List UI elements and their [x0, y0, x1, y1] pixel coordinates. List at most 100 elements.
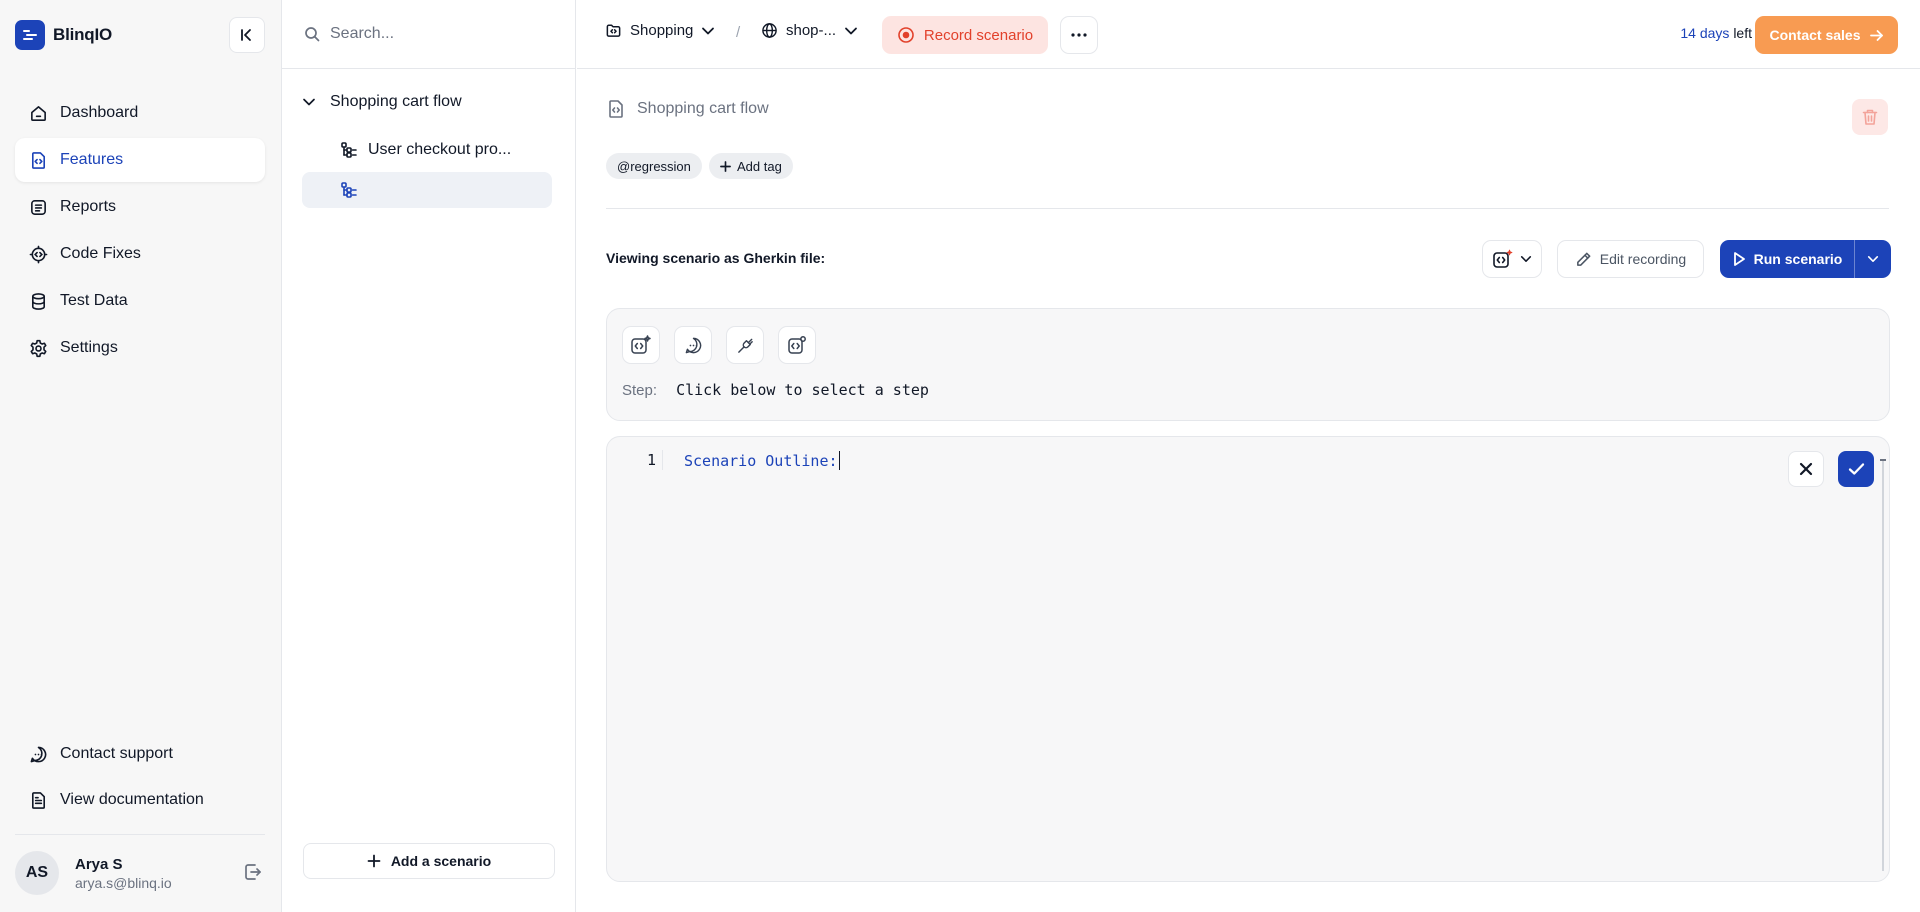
plus-icon — [720, 160, 731, 172]
sidebar-item-reports[interactable]: Reports — [15, 185, 265, 229]
avatar[interactable]: AS — [15, 851, 59, 895]
record-scenario-button[interactable]: Record scenario — [882, 16, 1048, 54]
sidebar-item-label: Settings — [60, 339, 118, 356]
step-text: Click below to select a step — [676, 381, 929, 399]
sidebar-item-code-fixes[interactable]: Code Fixes — [15, 232, 265, 276]
top-bar: Shopping / shop-... Record scenario 14 d… — [577, 0, 1920, 69]
collapse-left-icon — [241, 29, 251, 41]
confirm-edit-button[interactable] — [1838, 451, 1874, 487]
blinqio-logo-icon — [15, 20, 45, 50]
user-profile: AS Arya S arya.s@blinq.io — [15, 850, 265, 896]
search-icon — [305, 27, 320, 42]
gear-icon — [28, 338, 48, 358]
more-options-button[interactable] — [1060, 16, 1098, 54]
sidebar-nav: Dashboard Features Reports Code Fixes Te… — [15, 91, 265, 373]
tag-chip[interactable]: @regression — [606, 153, 702, 179]
add-scenario-label: Add a scenario — [390, 853, 492, 869]
add-scenario-button[interactable]: Add a scenario — [303, 843, 555, 879]
edit-recording-button[interactable]: Edit recording — [1557, 240, 1704, 278]
editor-scrollbar[interactable] — [1882, 459, 1884, 871]
scenario-tree-item-selected[interactable] — [302, 172, 552, 208]
delete-button[interactable] — [1852, 99, 1888, 135]
database-icon — [28, 291, 48, 311]
scrollbar-thumb[interactable] — [1880, 459, 1886, 461]
contact-sales-button[interactable]: Contact sales — [1755, 16, 1898, 54]
arrow-right-icon — [1869, 29, 1883, 41]
sidebar: BlinqIO Dashboard Features Reports Code … — [0, 0, 282, 912]
sidebar-item-label: Test Data — [60, 292, 128, 309]
collapse-sidebar-button[interactable] — [229, 17, 265, 53]
connect-step-button[interactable] — [726, 326, 764, 364]
view-documentation-label: View documentation — [60, 791, 204, 808]
features-icon — [28, 150, 48, 170]
chevron-down-icon — [1520, 256, 1532, 262]
gherkin-editor[interactable]: 1 Scenario Outline: — [606, 436, 1890, 882]
check-icon — [1848, 463, 1864, 475]
divider — [606, 208, 1889, 209]
chevron-down-icon — [702, 27, 715, 34]
more-horizontal-icon — [1071, 33, 1087, 37]
text-cursor — [838, 451, 840, 470]
chevron-down-icon — [303, 98, 315, 106]
scenario-tree-item[interactable]: User checkout pro... — [302, 132, 552, 168]
sidebar-item-label: Reports — [60, 198, 117, 215]
feature-title-text: Shopping cart flow — [637, 100, 769, 117]
scenario-steps-icon — [341, 182, 357, 198]
ai-generate-step-button[interactable] — [622, 326, 660, 364]
plus-icon — [367, 854, 381, 868]
run-options-dropdown[interactable] — [1854, 240, 1891, 278]
feature-tree-item[interactable]: Shopping cart flow — [302, 93, 462, 111]
comment-step-button[interactable] — [674, 326, 712, 364]
sidebar-item-features[interactable]: Features — [15, 138, 265, 182]
contact-support-label: Contact support — [60, 745, 173, 762]
project-selector[interactable]: Shopping — [605, 22, 715, 39]
search-bar — [282, 0, 575, 69]
line-number: 1 — [647, 451, 657, 469]
sidebar-bottom-nav: Contact support View documentation — [15, 732, 265, 824]
trial-days: 14 days — [1680, 25, 1730, 41]
scenario-steps-icon — [341, 142, 357, 158]
sidebar-item-test-data[interactable]: Test Data — [15, 279, 265, 323]
home-icon — [28, 103, 48, 123]
project-name: Shopping — [630, 22, 694, 39]
cancel-edit-button[interactable] — [1788, 451, 1824, 487]
trial-suffix: left — [1733, 25, 1752, 41]
environment-name: shop-... — [786, 22, 837, 39]
sidebar-item-dashboard[interactable]: Dashboard — [15, 91, 265, 135]
plug-icon — [737, 338, 753, 353]
code-settings-icon — [788, 336, 806, 354]
step-label: Step: — [622, 382, 658, 399]
ai-code-dropdown-button[interactable] — [1482, 240, 1542, 278]
feature-tree-label: Shopping cart flow — [330, 93, 462, 110]
reports-icon — [28, 197, 48, 217]
ai-code-icon — [1493, 249, 1513, 268]
contact-support-link[interactable]: Contact support — [15, 732, 265, 776]
code-settings-button[interactable] — [778, 326, 816, 364]
add-tag-button[interactable]: Add tag — [709, 153, 793, 179]
globe-icon — [762, 23, 777, 38]
edit-recording-label: Edit recording — [1599, 251, 1687, 267]
brand[interactable]: BlinqIO — [15, 20, 112, 50]
step-toolbar-panel: Step: Click below to select a step — [606, 308, 1890, 421]
breadcrumb-separator: / — [736, 24, 741, 41]
viewing-label: Viewing scenario as Gherkin file: — [606, 250, 826, 266]
run-scenario-label: Run scenario — [1753, 251, 1843, 267]
chat-icon — [685, 337, 701, 353]
logout-icon — [245, 864, 261, 880]
chevron-down-icon — [1867, 256, 1879, 262]
search-input[interactable] — [330, 25, 550, 43]
code-fixes-icon — [28, 244, 48, 264]
run-scenario-button[interactable]: Run scenario — [1720, 240, 1854, 278]
sidebar-item-settings[interactable]: Settings — [15, 326, 265, 370]
environment-selector[interactable]: shop-... — [761, 22, 858, 39]
feature-title: Shopping cart flow — [607, 99, 769, 119]
code-line[interactable]: Scenario Outline: — [684, 451, 840, 470]
app-name: BlinqIO — [53, 25, 113, 44]
document-icon — [28, 790, 48, 810]
scenario-tree-panel: Shopping cart flow User checkout pro... … — [282, 0, 576, 912]
sidebar-item-label: Features — [60, 151, 124, 168]
user-email: arya.s@blinq.io — [75, 874, 172, 891]
view-documentation-link[interactable]: View documentation — [15, 778, 265, 822]
logout-button[interactable] — [243, 862, 265, 884]
user-name: Arya S — [75, 855, 123, 873]
